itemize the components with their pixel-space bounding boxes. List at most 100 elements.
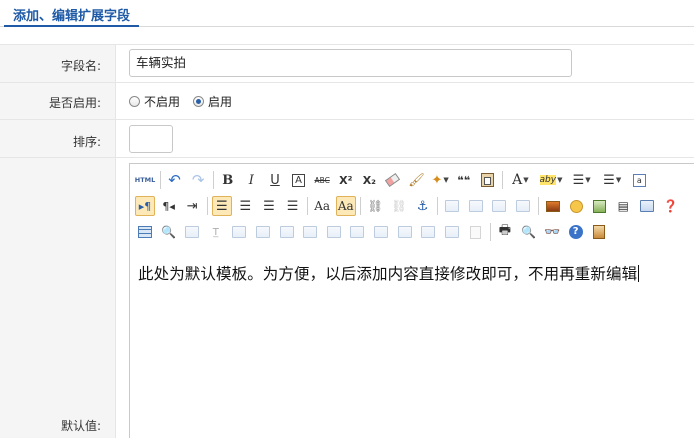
align-center-button[interactable]: ☰ [235,196,255,216]
unordered-list-button[interactable]: ☰ ▼ [599,170,626,190]
tab-bar: 添加、编辑扩展字段 [0,0,694,27]
sort-label: 排序: [72,135,101,149]
radio-enable[interactable] [193,95,204,107]
insert-paragraph-button[interactable]: T̲ [206,222,226,242]
row-enable: 是否启用: 不启用 启用 [0,82,694,119]
draft-button[interactable] [589,222,609,242]
html-source-button[interactable]: HTML [135,170,155,190]
clipboard-icon [480,173,494,187]
case-icon: Aa [314,199,331,213]
rich-text-editor[interactable]: HTML ↶ ↷ B I U A ABC X² X₂ 🖌 ✦ ▼ ❝❝ A ▼ … [129,163,694,438]
insert-row-button[interactable] [229,222,249,242]
delete-row-icon [255,226,270,238]
tab-add-edit-field[interactable]: 添加、编辑扩展字段 [4,0,140,27]
image-center-button[interactable] [513,196,533,216]
ordered-list-button[interactable]: ☰ ▼ [568,170,595,190]
ltr-icon: ▸¶ [138,199,152,213]
multi-image-button[interactable] [590,196,610,216]
indent-icon: ⇥ [186,198,198,214]
ordered-list-icon: ☰ [572,172,585,188]
help-button[interactable]: ? [566,222,586,242]
align-right-button[interactable]: ☰ [259,196,279,216]
binoculars-icon: 👓 [544,224,561,240]
preview-button[interactable]: 🔍 [519,222,539,242]
case-convert-alt-button[interactable]: Aa [335,196,356,216]
justify-icon: ☰ [286,198,299,214]
search-table-icon: 🔍 [161,225,177,239]
merge-down-button[interactable] [371,222,391,242]
search-replace-button[interactable]: 🔍 [159,222,179,242]
anchor-button[interactable]: ⚓ [413,196,433,216]
radio-disable[interactable] [129,95,140,107]
bold-button[interactable]: B [218,170,238,190]
text-cursor [638,265,640,282]
image-float-right-icon [492,200,507,212]
unordered-list-icon: ☰ [603,172,615,188]
toolbar-separator [159,171,161,189]
eraser-button[interactable] [383,170,403,190]
insert-table-button[interactable] [135,222,155,242]
case-convert-button[interactable]: Aa [312,196,332,216]
blockquote-button[interactable]: ❝❝ [454,170,474,190]
superscript-button[interactable]: X² [336,170,356,190]
toolbar-separator [437,197,439,215]
image-right-button[interactable] [489,196,509,216]
emoticon-button[interactable] [566,196,586,216]
italic-button[interactable]: I [241,170,261,190]
auto-typeset-button[interactable]: ✦ ▼ [430,170,450,190]
insert-col-button[interactable] [277,222,297,242]
unlink-button[interactable]: ⛓ [389,196,409,216]
split-cols-button[interactable] [442,222,462,242]
image-left-button[interactable] [466,196,486,216]
strikethrough-button[interactable]: ABC [312,170,332,190]
merge-right-icon [350,226,365,238]
search-button[interactable]: 👓 [542,222,562,242]
insert-image-button[interactable] [543,196,563,216]
editor-content[interactable]: 此处为默认模板。为方便，以后添加内容直接修改即可，不用再重新编辑 [138,262,640,284]
indent-button[interactable]: ⇥ [182,196,202,216]
delete-row-button[interactable] [253,222,273,242]
split-cells-icon [397,226,412,238]
page-break-button[interactable] [465,222,485,242]
align-left-button[interactable]: ☰ [211,196,232,216]
toolbar-separator [360,197,362,215]
merge-cells-button[interactable] [324,222,344,242]
underline-button[interactable]: U [265,170,285,190]
field-name-input[interactable]: 车辆实拍 [129,49,572,77]
format-painter-button[interactable]: 🖌 [407,170,427,190]
subscript-button[interactable]: X₂ [359,170,379,190]
editor-text: 此处为默认模板。为方便，以后添加内容直接修改即可，不用再重新编辑 [138,265,638,283]
ltr-direction-button[interactable]: ▸¶ [135,196,155,216]
font-border-button[interactable]: A [289,170,309,190]
radio-disable-option[interactable]: 不启用 [129,93,180,109]
image-none-button[interactable] [442,196,462,216]
delete-col-icon [303,226,318,238]
image-float-none-icon [445,200,460,212]
sort-input[interactable] [129,125,173,153]
font-color-button[interactable]: A ▼ [507,170,534,190]
radio-enable-label: 启用 [208,94,233,109]
justify-button[interactable]: ☰ [283,196,303,216]
video-button[interactable]: ▤ [613,196,633,216]
merge-right-button[interactable] [347,222,367,242]
paste-plain-button[interactable] [477,170,497,190]
toolbar-separator [307,197,309,215]
rtl-direction-button[interactable]: ¶◂ [159,196,179,216]
label-cell: 排序: [0,120,116,157]
print-button[interactable]: 🖶 [495,222,515,242]
redo-button[interactable]: ↷ [188,170,208,190]
align-center-icon: ☰ [239,198,252,214]
undo-button[interactable]: ↶ [165,170,185,190]
split-cols-icon [444,226,459,238]
image-icon [545,200,560,212]
insert-frame-button[interactable]: a [629,170,649,190]
background-color-button[interactable]: aby ▼ [538,170,565,190]
map-button[interactable]: ❓ [660,196,680,216]
split-cells-button[interactable] [395,222,415,242]
link-button[interactable]: ⛓ [365,196,385,216]
template-button[interactable] [637,196,657,216]
split-rows-button[interactable] [418,222,438,242]
delete-col-button[interactable] [300,222,320,242]
radio-enable-option[interactable]: 启用 [193,93,232,109]
delete-table-button[interactable] [182,222,202,242]
